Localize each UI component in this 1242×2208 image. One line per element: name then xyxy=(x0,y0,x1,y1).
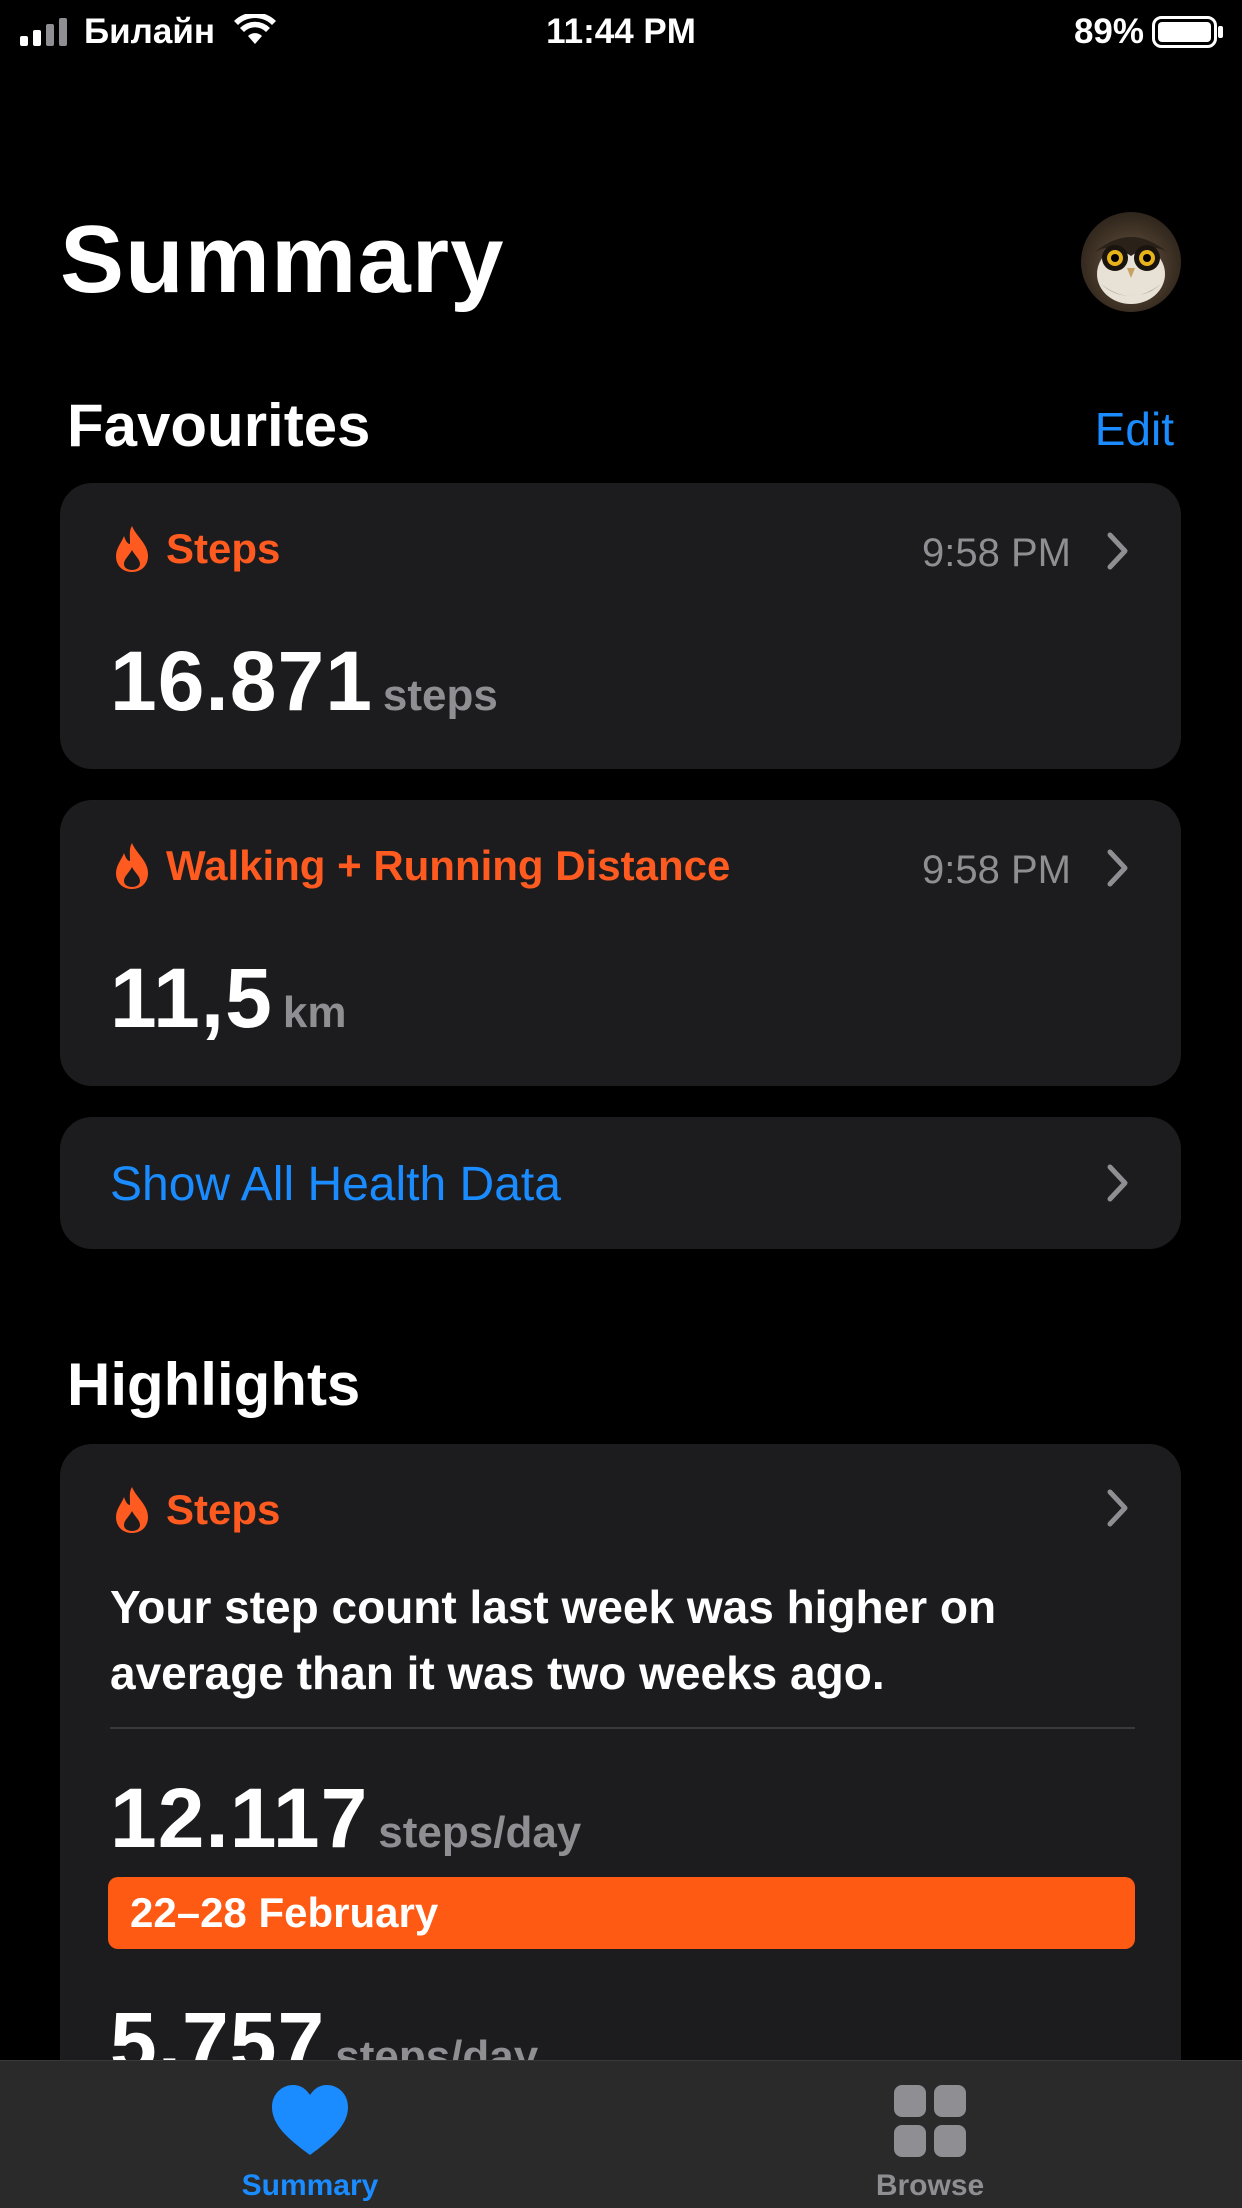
divider xyxy=(110,1727,1135,1729)
value-unit: km xyxy=(282,988,347,1037)
heart-icon xyxy=(272,2085,348,2155)
flame-icon xyxy=(116,843,148,889)
show-all-label: Show All Health Data xyxy=(110,1158,561,1211)
favourites-section-title: Favourites xyxy=(67,392,371,459)
card-value: 11,5 km xyxy=(110,950,346,1047)
card-title: Steps xyxy=(166,1486,281,1533)
card-title: Walking + Running Distance xyxy=(166,842,731,889)
edit-favourites-button[interactable]: Edit xyxy=(1095,402,1174,456)
card-title: Steps xyxy=(166,525,281,572)
flame-icon xyxy=(116,526,148,572)
highlight-card-steps[interactable]: Steps Your step count last week was high… xyxy=(60,1444,1181,2164)
value-unit: steps xyxy=(382,671,498,720)
highlights-section-title: Highlights xyxy=(67,1351,361,1418)
value-number: 16.871 xyxy=(110,634,373,728)
page-title: Summary xyxy=(60,206,505,313)
tab-summary[interactable]: Summary xyxy=(160,2061,460,2208)
profile-avatar[interactable] xyxy=(1081,212,1181,312)
battery-percentage: 89% xyxy=(1073,12,1144,51)
favourite-card-steps[interactable]: Steps 9:58 PM 16.871 steps xyxy=(60,483,1181,769)
chevron-right-icon xyxy=(1107,1489,1128,1527)
value-unit: steps/day xyxy=(378,1808,582,1857)
card-header: Walking + Running Distance xyxy=(114,838,730,894)
current-week-range-label: 22–28 February xyxy=(130,1889,439,1936)
card-header: Steps xyxy=(114,1482,280,1538)
chevron-right-icon xyxy=(1107,1164,1128,1202)
tab-bar: Summary Browse xyxy=(0,2060,1242,2208)
status-bar: Билайн 11:44 PM 89% xyxy=(0,0,1242,62)
current-week-bar: 22–28 February xyxy=(108,1877,1135,1949)
card-timestamp: 9:58 PM xyxy=(922,531,1071,575)
card-value: 16.871 steps xyxy=(110,633,498,730)
chevron-right-icon xyxy=(1107,532,1128,570)
current-week-value: 12.117 steps/day xyxy=(110,1770,581,1867)
highlight-description: Your step count last week was higher on … xyxy=(110,1581,997,1699)
battery-icon xyxy=(1152,16,1223,48)
card-timestamp: 9:58 PM xyxy=(922,848,1071,892)
tab-browse[interactable]: Browse xyxy=(780,2061,1080,2208)
flame-icon xyxy=(116,1487,148,1533)
clock: 11:44 PM xyxy=(546,12,696,51)
tab-label: Browse xyxy=(875,2169,985,2202)
tab-label: Summary xyxy=(241,2169,379,2202)
grid-icon xyxy=(894,2085,966,2157)
card-header: Steps xyxy=(114,521,280,577)
show-all-health-data-button[interactable]: Show All Health Data xyxy=(60,1117,1181,1249)
chevron-right-icon xyxy=(1107,849,1128,887)
value-number: 11,5 xyxy=(110,951,273,1045)
value-number: 12.117 xyxy=(110,1771,369,1865)
owl-avatar-image xyxy=(1095,237,1167,304)
favourite-card-walking-running-distance[interactable]: Walking + Running Distance 9:58 PM 11,5 … xyxy=(60,800,1181,1086)
